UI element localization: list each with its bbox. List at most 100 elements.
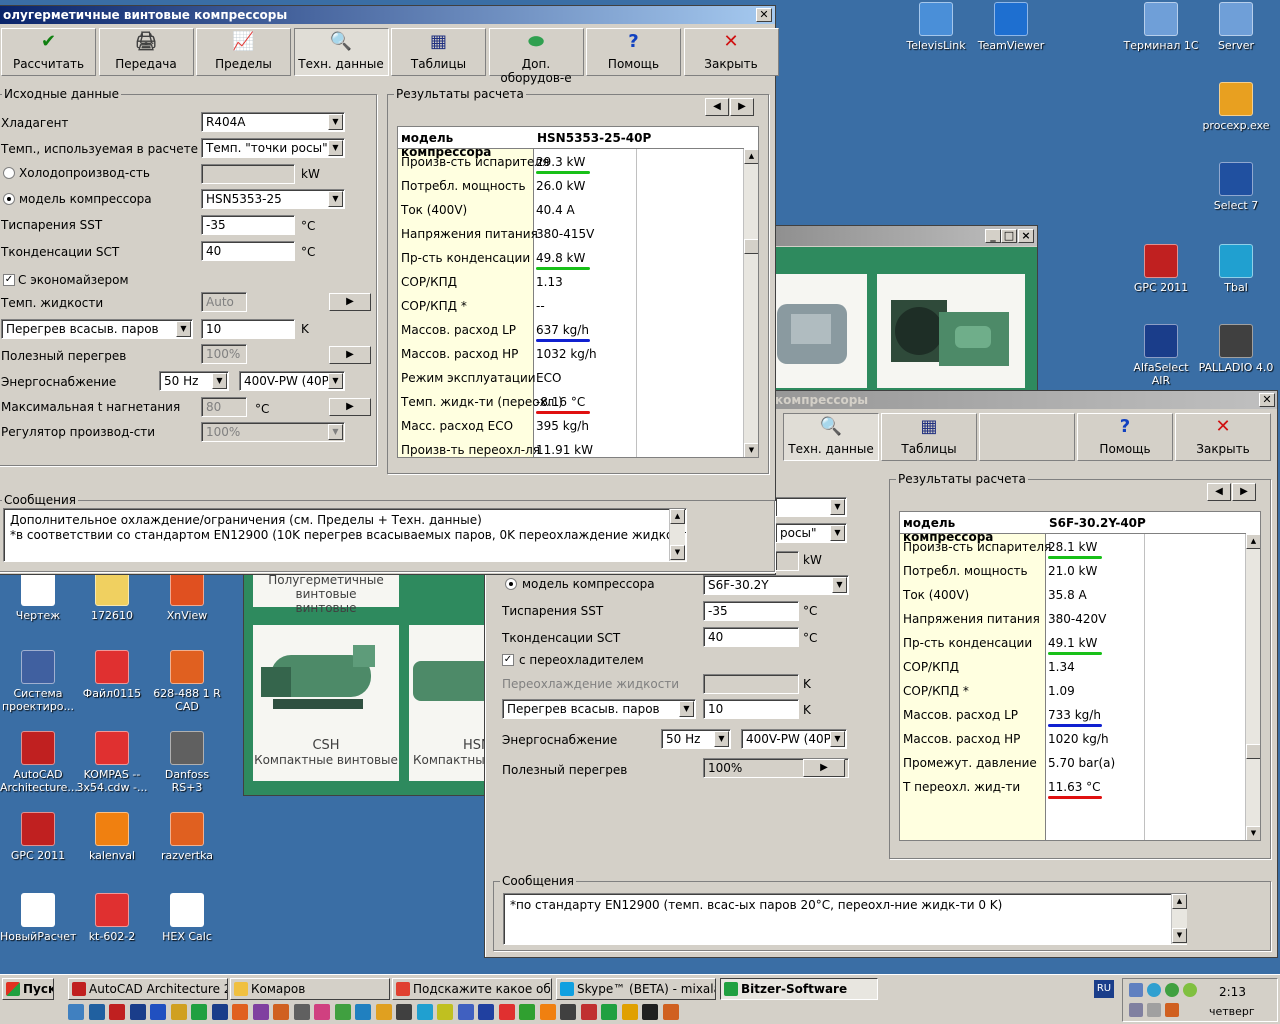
max-t-input[interactable]: 80	[201, 397, 247, 417]
useful-sh-input[interactable]: 100%	[201, 344, 247, 364]
desktop-icon[interactable]: Tbal	[1198, 244, 1274, 294]
desktop-icon[interactable]: kalenval	[74, 812, 150, 862]
scroll-thumb[interactable]	[1246, 744, 1260, 759]
chevron-down-icon[interactable]: ▼	[714, 731, 729, 747]
desktop-icon[interactable]: Система проектиро...	[0, 650, 76, 713]
toolbar-tech-data-button[interactable]: 🔍 Техн. данные	[293, 28, 389, 76]
compressor-image[interactable]	[771, 274, 867, 388]
tray-icon[interactable]	[1129, 983, 1143, 997]
refrigerant-select[interactable]: R404A ▼	[201, 112, 345, 132]
quick-launch-icon[interactable]	[478, 1004, 494, 1020]
scroll-down-icon[interactable]: ▼	[744, 443, 758, 457]
toolbar-transfer-button[interactable]: 🖨 Передача	[98, 28, 194, 76]
chevron-down-icon[interactable]: ▼	[176, 321, 191, 337]
scroll-up-icon[interactable]: ▲	[670, 509, 685, 524]
desktop-icon[interactable]: XnView	[149, 572, 225, 622]
window1-messages-scrollbar[interactable]: ▲ ▼	[669, 509, 685, 561]
max-t-arrow-button[interactable]: ▶	[329, 398, 371, 416]
quick-launch-icon[interactable]	[457, 1004, 474, 1020]
quick-launch-icon[interactable]	[580, 1004, 597, 1020]
toolbar-calculate-button[interactable]: ✔ Рассчитать	[1, 28, 96, 76]
quick-launch-icon[interactable]	[560, 1004, 576, 1020]
chevron-down-icon[interactable]: ▼	[832, 577, 847, 593]
window2-cooling-field[interactable]	[775, 551, 799, 571]
quick-launch-icon[interactable]	[539, 1004, 556, 1020]
quick-launch-icon[interactable]	[498, 1004, 515, 1020]
window2-model-radio[interactable]	[505, 578, 517, 590]
desktop-icon[interactable]: Чертеж	[0, 572, 76, 622]
hz-select[interactable]: 50 Hz ▼	[159, 371, 229, 391]
quick-launch-icon[interactable]	[109, 1004, 125, 1020]
quick-launch-icon[interactable]	[191, 1004, 207, 1020]
desktop-icon[interactable]: kt-602-2	[74, 893, 150, 943]
superheat-mode-select[interactable]: Перегрев всасыв. паров ▼	[1, 319, 193, 339]
cooling-input[interactable]	[201, 164, 295, 184]
desktop-icon[interactable]: Server	[1198, 2, 1274, 52]
toolbar2-help-button[interactable]: ? Помощь	[1077, 413, 1173, 461]
toolbar-accessories-button[interactable]: ⬬ Доп. оборудов-е	[488, 28, 584, 85]
scroll-up-icon[interactable]: ▲	[1246, 534, 1260, 549]
desktop-icon[interactable]: Терминал 1С	[1123, 2, 1199, 52]
scroll-down-icon[interactable]: ▼	[670, 545, 685, 560]
tray-icon[interactable]	[1129, 1003, 1143, 1017]
sct-input[interactable]: 40	[201, 241, 295, 261]
window2-temp-mode-select[interactable]: ▼	[775, 497, 847, 517]
tray-icon[interactable]	[1147, 983, 1161, 997]
start-button[interactable]: Пуск	[2, 978, 54, 1000]
tray-icon[interactable]	[1147, 1003, 1161, 1017]
close-icon[interactable]: ×	[1018, 229, 1034, 243]
liquid-temp-arrow-button[interactable]: ▶	[329, 293, 371, 311]
superheat-input[interactable]: 10	[201, 319, 295, 339]
window2-messages-scrollbar[interactable]: ▲ ▼	[1171, 894, 1187, 944]
maximize-icon[interactable]: □	[1001, 229, 1017, 243]
quick-launch-icon[interactable]	[642, 1004, 658, 1020]
product-card-csh[interactable]: CSH Компактные винтовые	[253, 625, 399, 781]
quick-launch-icon[interactable]	[150, 1004, 166, 1020]
desktop-icon[interactable]: razvertka	[149, 812, 225, 862]
window2-next-result-button[interactable]: ▶	[1232, 483, 1256, 501]
desktop-icon[interactable]: 172610	[74, 572, 150, 622]
quick-launch-icon[interactable]	[416, 1004, 433, 1020]
taskbar-task[interactable]: Skype™ (BETA) - mixala...	[556, 978, 716, 1000]
chevron-down-icon[interactable]: ▼	[328, 373, 343, 389]
chevron-down-icon[interactable]: ▼	[830, 525, 845, 541]
model-radio[interactable]	[3, 193, 15, 205]
scroll-up-icon[interactable]: ▲	[1172, 894, 1187, 909]
window1-messages-box[interactable]: Дополнительное охлаждение/ограничения (с…	[3, 508, 687, 562]
liquid-temp-input[interactable]: Auto	[201, 292, 247, 312]
desktop-icon[interactable]: AlfaSelect AIR	[1123, 324, 1199, 387]
chevron-down-icon[interactable]: ▼	[328, 140, 343, 156]
desktop-icon[interactable]: 628-488 1 R CAD	[149, 650, 225, 713]
desktop-icon[interactable]: AutoCAD Architecture...	[0, 731, 78, 794]
desktop-icon[interactable]: procexp.exe	[1198, 82, 1274, 132]
taskbar-task[interactable]: Подскажите какое обо...	[392, 978, 552, 1000]
quick-launch-icon[interactable]	[662, 1004, 679, 1020]
desktop-icon[interactable]: HEX Calc	[149, 893, 225, 943]
quick-launch-icon[interactable]	[355, 1004, 371, 1020]
window1-results-scrollbar[interactable]: ▲ ▼	[743, 149, 758, 457]
scroll-up-icon[interactable]: ▲	[744, 149, 758, 164]
quick-launch-icon[interactable]	[232, 1004, 248, 1020]
desktop-icon[interactable]: GPC 2011	[0, 812, 76, 862]
toolbar-close-button[interactable]: ✕ Закрыть	[683, 28, 779, 76]
desktop-icon[interactable]: Select 7	[1198, 162, 1274, 212]
toolbar-limits-button[interactable]: 📈 Пределы	[196, 28, 291, 76]
desktop-icon[interactable]: PALLADIO 4.0	[1198, 324, 1274, 374]
window2-messages-box[interactable]: *по стандарту EN12900 (темп. всас-ых пар…	[503, 893, 1187, 945]
language-indicator[interactable]: RU	[1094, 980, 1114, 998]
toolbar2-close-button[interactable]: ✕ Закрыть	[1175, 413, 1271, 461]
cooling-radio[interactable]	[3, 167, 15, 179]
scroll-thumb[interactable]	[744, 239, 758, 254]
quick-launch-icon[interactable]	[601, 1004, 617, 1020]
window2-sst-input[interactable]: -35	[703, 601, 799, 621]
quick-launch-icon[interactable]	[437, 1004, 453, 1020]
window2-useful-sh-arrow-button[interactable]: ▶	[803, 759, 845, 777]
taskbar-task[interactable]: AutoCAD Architecture 2...	[68, 978, 228, 1000]
minimize-icon[interactable]: _	[985, 229, 1001, 243]
quick-launch-icon[interactable]	[621, 1004, 638, 1020]
window1-next-result-button[interactable]: ▶	[730, 98, 754, 116]
quick-launch-icon[interactable]	[375, 1004, 392, 1020]
toolbar-tables-button[interactable]: ▦ Таблицы	[391, 28, 486, 76]
window2-temp-mode2-select[interactable]: росы" ▼	[775, 523, 847, 543]
chevron-down-icon[interactable]: ▼	[830, 731, 845, 747]
